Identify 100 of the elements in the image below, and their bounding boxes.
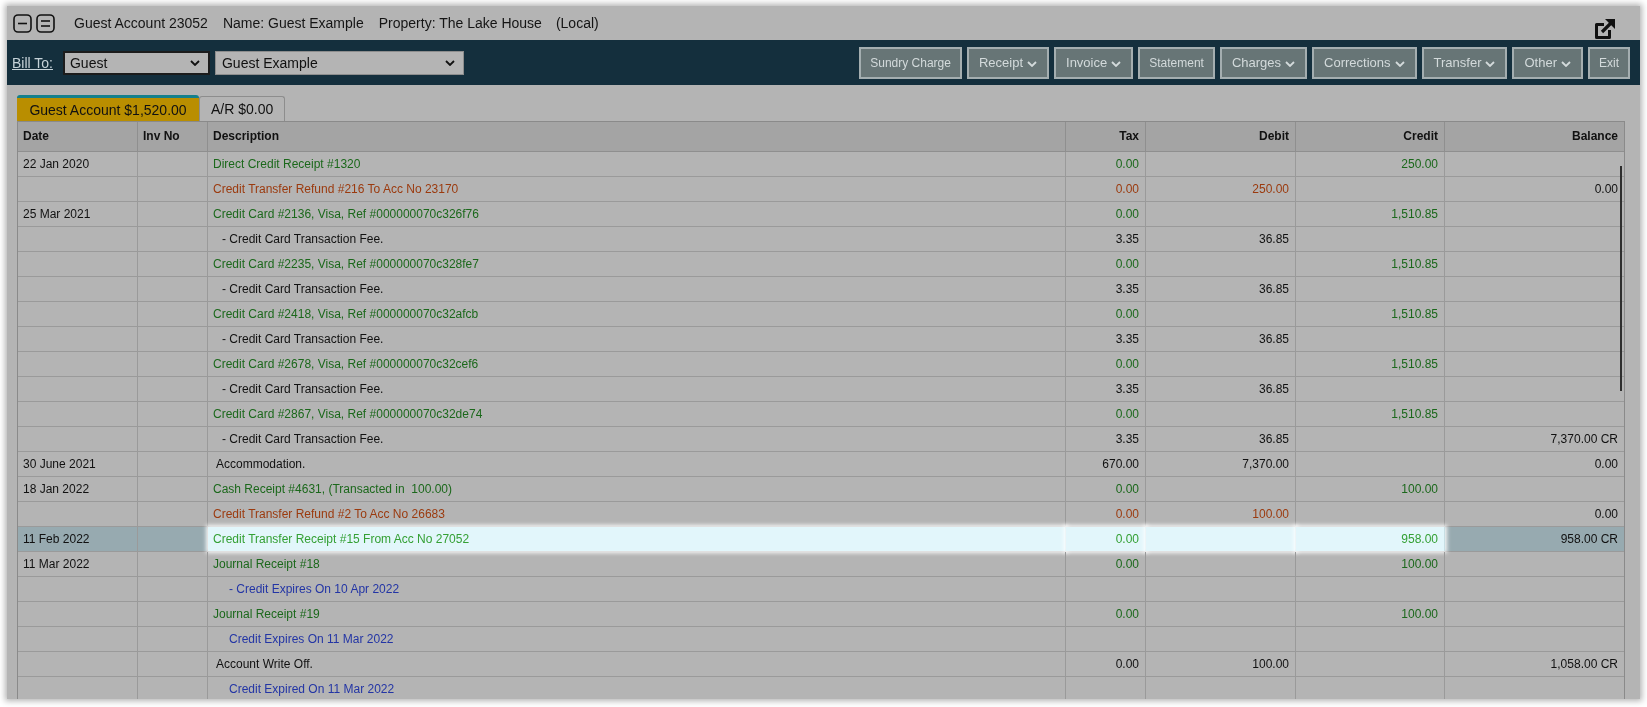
- guest-name: Name: Guest Example: [222, 15, 364, 31]
- tab[interactable]: Guest Account $1,520.00: [17, 95, 199, 121]
- table-row[interactable]: 18 Jan 2022 Cash Receipt #4631, (Transacted in 100.00) 0.00 100.00: [18, 477, 1624, 502]
- table-row[interactable]: Credit Expires On 11 Mar 2022: [18, 627, 1624, 652]
- credit-cell: 1,510.85: [1296, 352, 1445, 376]
- column-header: Date: [18, 122, 138, 151]
- table-row[interactable]: Credit Transfer Refund #216 To Acc No 23170 0.00 250.00 0.00: [18, 177, 1624, 202]
- description-cell: Credit Expired On 11 Mar 2022: [208, 677, 1066, 699]
- description-cell: - Credit Expires On 10 Apr 2022: [208, 577, 1066, 601]
- table-row[interactable]: - Credit Expires On 10 Apr 2022: [18, 577, 1624, 602]
- credit-cell: 100.00: [1296, 477, 1445, 501]
- credit-cell: 1,510.85: [1296, 402, 1445, 426]
- description-cell: Credit Card #2678, Visa, Ref #000000070c32cef6: [208, 352, 1066, 376]
- tax-cell: 0.00: [1066, 552, 1146, 576]
- dropdown[interactable]: Guest: [63, 50, 210, 75]
- description-cell: Credit Card #2867, Visa, Ref #000000070c32de74: [208, 402, 1066, 426]
- debit-cell: 100.00: [1146, 502, 1296, 526]
- chevron-down-icon: [1027, 60, 1038, 67]
- tax-cell: 3.35: [1066, 377, 1146, 401]
- description-cell: Credit Transfer Refund #216 To Acc No 23170: [208, 177, 1066, 201]
- description-cell: - Credit Card Transaction Fee.: [208, 377, 1066, 401]
- tax-cell: 0.00: [1066, 502, 1146, 526]
- debit-cell: 100.00: [1146, 652, 1296, 676]
- table-row[interactable]: 30 June 2021 Accommodation. 670.00 7,370.00 0.00: [18, 452, 1624, 477]
- menu-button[interactable]: Other: [1512, 46, 1583, 79]
- table-row[interactable]: 22 Jan 2020 Direct Credit Receipt #1320 0.00 250.00: [18, 152, 1624, 177]
- tax-cell: 3.35: [1066, 327, 1146, 351]
- chevron-down-icon: [190, 59, 200, 66]
- table-row[interactable]: 11 Feb 2022 Credit Transfer Receipt #15 From Acc No 27052 0.00 958.00 958.00 CR: [18, 527, 1624, 552]
- description-cell: - Credit Card Transaction Fee.: [208, 277, 1066, 301]
- balance-cell-text: 1,058.00 CR: [1549, 656, 1619, 673]
- description-cell: Accommodation.: [208, 452, 1066, 476]
- tax-cell: 0.00: [1066, 352, 1146, 376]
- balance-cell-text: 0.00: [1593, 181, 1619, 198]
- date-cell: 30 June 2021: [18, 452, 138, 476]
- table-row[interactable]: - Credit Card Transaction Fee. 3.35 36.85 7,370.00 CR: [18, 427, 1624, 452]
- description-cell: - Credit Card Transaction Fee.: [208, 227, 1066, 251]
- bill-to-link[interactable]: Bill To:: [12, 54, 53, 71]
- debit-cell: 36.85: [1146, 277, 1296, 301]
- tax-cell: 0.00: [1066, 652, 1146, 676]
- tab[interactable]: A/R $0.00: [199, 96, 286, 121]
- table-row[interactable]: Credit Transfer Refund #2 To Acc No 26683 0.00 100.00 0.00: [18, 502, 1624, 527]
- credit-cell: 1,510.85: [1296, 302, 1445, 326]
- balance-cell-text: 0.00: [1593, 506, 1619, 523]
- table-row[interactable]: Account Write Off. 0.00 100.00 1,058.00 CR: [18, 652, 1624, 677]
- tax-cell: 3.35: [1066, 227, 1146, 251]
- debit-cell: 36.85: [1146, 427, 1296, 451]
- tax-cell: 0.00: [1066, 252, 1146, 276]
- tax-cell: 0.00: [1066, 177, 1146, 201]
- description-cell: Credit Card #2418, Visa, Ref #000000070c32afcb: [208, 302, 1066, 326]
- menu-icon[interactable]: [36, 13, 55, 33]
- minus-icon[interactable]: [13, 13, 32, 33]
- description-cell: Journal Receipt #19: [208, 602, 1066, 626]
- tax-cell: 0.00: [1066, 402, 1146, 426]
- description-cell: Cash Receipt #4631, (Transacted in 100.00): [208, 477, 1066, 501]
- location-label: (Local): [555, 15, 599, 31]
- table-row[interactable]: - Credit Card Transaction Fee. 3.35 36.85: [18, 327, 1624, 352]
- chevron-down-icon: [1561, 60, 1571, 67]
- dropdown[interactable]: Guest Example: [215, 50, 464, 75]
- description-cell: Direct Credit Receipt #1320: [208, 152, 1066, 176]
- description-cell: Account Write Off.: [208, 652, 1066, 676]
- description-cell: Journal Receipt #18: [208, 552, 1066, 576]
- debit-cell: 36.85: [1146, 377, 1296, 401]
- table-row[interactable]: Credit Expired On 11 Mar 2022: [18, 677, 1624, 699]
- external-link-icon[interactable]: [1594, 18, 1616, 40]
- date-cell: 18 Jan 2022: [18, 477, 138, 501]
- description-cell: Credit Card #2235, Visa, Ref #000000070c328fe7: [208, 252, 1066, 276]
- credit-cell: 958.00: [1296, 527, 1445, 551]
- tax-cell: 3.35: [1066, 277, 1146, 301]
- description-cell: Credit Transfer Receipt #15 From Acc No 27052: [208, 527, 1066, 551]
- balance-cell-text: 0.00: [1593, 456, 1619, 473]
- credit-cell: 100.00: [1296, 602, 1445, 626]
- table-row[interactable]: - Credit Card Transaction Fee. 3.35 36.85: [18, 277, 1624, 302]
- property-name: Property: The Lake House: [378, 15, 542, 31]
- table-row[interactable]: - Credit Card Transaction Fee. 3.35 36.85: [18, 377, 1624, 402]
- tax-cell: 0.00: [1066, 527, 1146, 551]
- credit-cell: 1,510.85: [1296, 202, 1445, 226]
- chevron-down-icon: [1485, 60, 1496, 67]
- tax-cell: 3.35: [1066, 427, 1146, 451]
- scrollbar-thumb[interactable]: [1620, 166, 1622, 391]
- tax-cell: 0.00: [1066, 302, 1146, 326]
- credit-cell: 250.00: [1296, 152, 1445, 176]
- tax-cell: 0.00: [1066, 152, 1146, 176]
- description-cell: Credit Transfer Refund #2 To Acc No 26683: [208, 502, 1066, 526]
- credit-cell: 100.00: [1296, 552, 1445, 576]
- chevron-down-icon: [1394, 60, 1405, 67]
- date-cell: 22 Jan 2020: [18, 152, 138, 176]
- date-cell: 11 Feb 2022: [18, 527, 138, 551]
- description-cell: - Credit Card Transaction Fee.: [208, 427, 1066, 451]
- date-cell: 25 Mar 2021: [18, 202, 138, 226]
- balance-cell-text: 7,370.00 CR: [1549, 431, 1619, 448]
- table-row[interactable]: - Credit Card Transaction Fee. 3.35 36.85: [18, 227, 1624, 252]
- account-title: Guest Account 23052: [74, 15, 208, 31]
- tax-cell: 0.00: [1066, 202, 1146, 226]
- tax-cell: 0.00: [1066, 477, 1146, 501]
- balance-cell-text: 958.00 CR: [1559, 531, 1619, 548]
- table-row[interactable]: 11 Mar 2022 Journal Receipt #18 0.00 100.00: [18, 552, 1624, 577]
- column-header: Tax: [1066, 122, 1146, 151]
- tax-cell: 0.00: [1066, 602, 1146, 626]
- table-row[interactable]: 25 Mar 2021 Credit Card #2136, Visa, Ref #000000070c326f76 0.00 1,510.85: [18, 202, 1624, 227]
